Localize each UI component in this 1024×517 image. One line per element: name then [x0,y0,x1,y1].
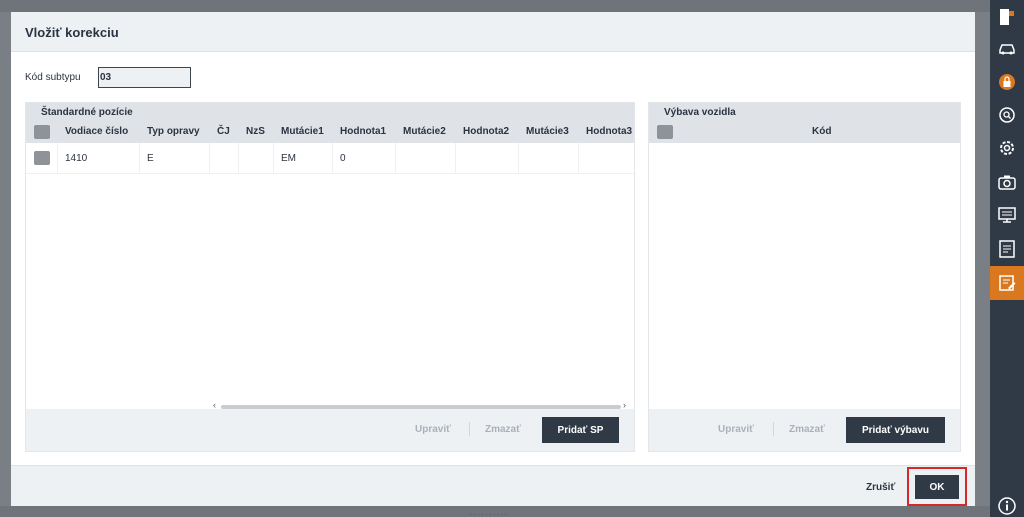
correction-dialog: Vložiť korekciu Kód subtypu Štandardné p… [11,12,975,506]
column-header-hodnota2[interactable]: Hodnota2 [463,126,509,137]
standard-positions-panel: Štandardné pozície Vodiace číslo Typ opr… [25,102,635,452]
column-divider [518,143,519,174]
standard-positions-title: Štandardné pozície [41,107,133,118]
select-all-checkbox[interactable] [34,125,50,139]
column-header-mutacie3[interactable]: Mutácie3 [526,126,569,137]
vehicle-equipment-panel: Výbava vozidla Kód Upraviť Zmazať Pridať… [648,102,961,452]
column-header-vodiace-cislo[interactable]: Vodiace číslo [65,126,128,137]
search-icon[interactable] [990,98,1024,132]
cell-typ-opravy: E [147,153,154,164]
column-divider [455,143,456,174]
monitor-icon[interactable] [990,198,1024,232]
info-icon[interactable] [990,489,1024,517]
column-divider [57,143,58,174]
column-divider [395,143,396,174]
vehicle-equipment-footer: Upraviť Zmazať Pridať výbavu [649,409,960,451]
cancel-button[interactable]: Zrušiť [866,482,895,493]
edit-position-button[interactable]: Upraviť [415,424,451,435]
background-text: . . . . . . . . . . [470,510,507,517]
button-separator [773,422,774,436]
column-header-typ-opravy[interactable]: Typ opravy [147,126,200,137]
cell-hodnota1: 0 [340,153,346,164]
column-divider [273,143,274,174]
ok-button[interactable]: OK [915,475,959,499]
column-divider [209,143,210,174]
add-standard-position-button[interactable]: Pridať SP [542,417,619,443]
delete-position-button[interactable]: Zmazať [485,424,521,435]
car-icon[interactable] [990,31,1024,65]
add-equipment-button[interactable]: Pridať výbavu [846,417,945,443]
column-header-mutacie2[interactable]: Mutácie2 [403,126,446,137]
column-header-hodnota1[interactable]: Hodnota1 [340,126,386,137]
lock-icon[interactable] [990,65,1024,99]
column-divider [332,143,333,174]
edit-equipment-button[interactable]: Upraviť [718,424,754,435]
subtype-label: Kód subtypu [25,72,81,83]
cell-vodiace-cislo: 1410 [65,153,88,164]
right-sidebar [990,0,1024,517]
column-header-cj[interactable]: ČJ [217,126,230,137]
gear-icon[interactable] [990,131,1024,165]
row-checkbox[interactable] [34,151,50,165]
vehicle-equipment-title: Výbava vozidla [664,107,736,118]
column-divider [139,143,140,174]
standard-positions-header: Štandardné pozície Vodiace číslo Typ opr… [26,103,634,143]
standard-positions-footer: Upraviť Zmazať Pridať SP [26,409,634,451]
delete-equipment-button[interactable]: Zmazať [789,424,825,435]
cell-mutacie1: EM [281,153,296,164]
button-separator [469,422,470,436]
table-row[interactable]: 1410 E EM 0 [26,143,634,174]
column-header-kod[interactable]: Kód [812,126,831,137]
vehicle-equipment-header: Výbava vozidla Kód [649,103,960,143]
ok-highlight-frame: OK [907,467,967,506]
dialog-header: Vložiť korekciu [11,12,975,52]
column-header-hodnota3[interactable]: Hodnota3 [586,126,634,137]
column-divider [578,143,579,174]
column-header-nzs[interactable]: NzS [246,126,265,137]
dialog-title: Vložiť korekciu [25,25,119,40]
exit-icon[interactable] [990,0,1024,34]
edit-document-icon[interactable] [990,266,1024,300]
column-header-mutacie1[interactable]: Mutácie1 [281,126,324,137]
select-all-equipment-checkbox[interactable] [657,125,673,139]
camera-icon[interactable] [990,165,1024,199]
column-divider [238,143,239,174]
subtype-input[interactable] [98,67,191,88]
checklist-icon[interactable] [990,232,1024,266]
dialog-footer: Zrušiť OK [11,465,975,506]
background-top [0,0,990,12]
